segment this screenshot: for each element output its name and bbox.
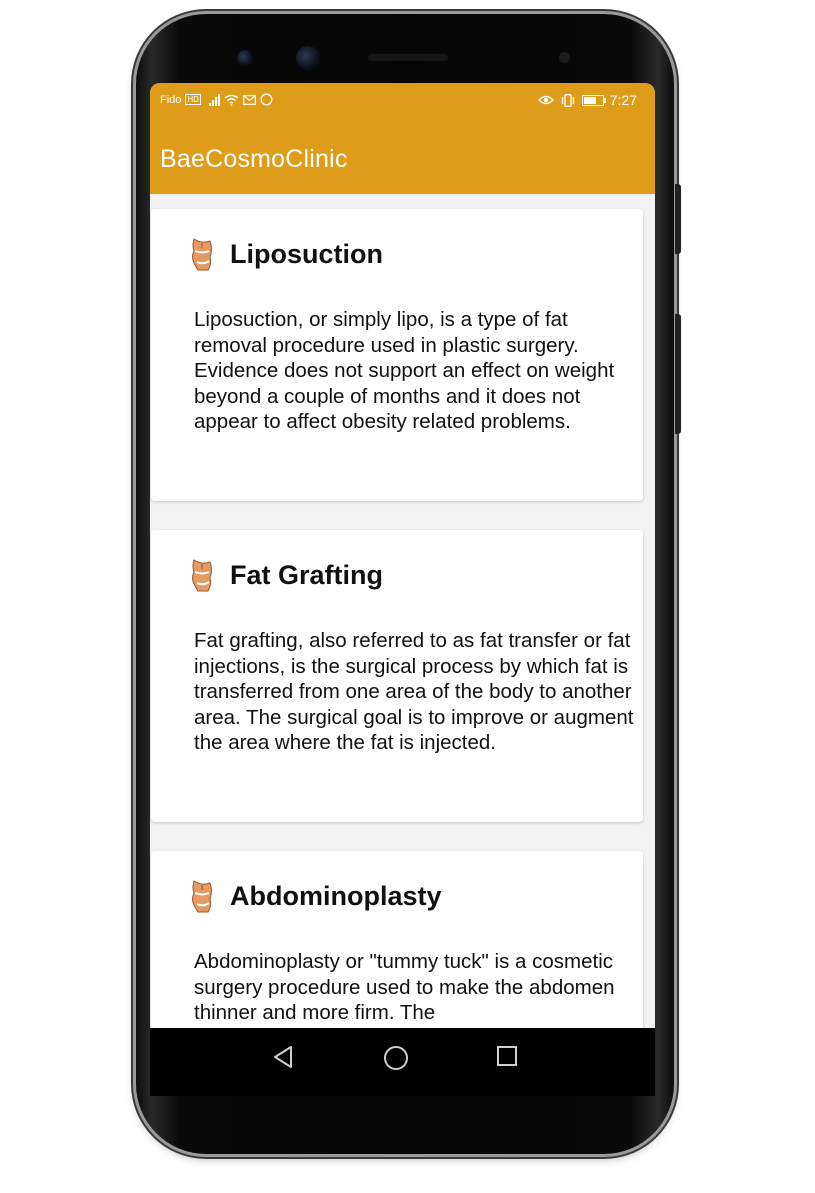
phone-frame: Fido HD 7:27 BaeCosmoClinic Liposuction … <box>136 14 681 1154</box>
navigation-bar <box>150 1028 655 1096</box>
procedure-card[interactable]: Fat Grafting Fat grafting, also referred… <box>151 530 643 822</box>
procedure-list[interactable]: Liposuction Liposuction, or simply lipo,… <box>150 194 655 1028</box>
back-icon[interactable] <box>272 1045 294 1069</box>
procedure-title: Abdominoplasty <box>230 880 442 911</box>
vibrate-icon <box>561 93 574 107</box>
body-figure-icon <box>192 238 212 271</box>
procedure-card[interactable]: Abdominoplasty Abdominoplasty or "tummy … <box>151 851 643 1028</box>
eye-icon <box>537 95 554 105</box>
recents-icon[interactable] <box>496 1045 518 1067</box>
clock: 7:27 <box>609 92 637 108</box>
home-icon[interactable] <box>383 1045 409 1071</box>
status-bar: Fido HD 7:27 <box>150 83 655 119</box>
hd-badge: HD <box>185 94 201 105</box>
app-bar: BaeCosmoClinic <box>150 119 655 194</box>
procedure-title: Liposuction <box>230 238 383 269</box>
earpiece-speaker <box>368 54 448 61</box>
signal-icon <box>208 93 220 106</box>
message-icon <box>243 94 256 105</box>
volume-button <box>675 184 681 254</box>
front-camera-icon <box>296 46 320 70</box>
screen: Fido HD 7:27 BaeCosmoClinic Liposuction … <box>150 83 655 1096</box>
battery-icon <box>581 94 606 106</box>
app-title: BaeCosmoClinic <box>160 145 348 173</box>
carrier-label: Fido <box>160 93 182 106</box>
procedure-description: Abdominoplasty or "tummy tuck" is a cosm… <box>194 950 615 1025</box>
body-figure-icon <box>192 559 212 592</box>
wifi-icon <box>224 94 239 106</box>
procedure-description: Liposuction, or simply lipo, is a type o… <box>194 308 615 434</box>
front-camera-icon <box>237 50 253 66</box>
sync-icon <box>260 93 273 106</box>
procedure-description: Fat grafting, also referred to as fat tr… <box>194 629 634 755</box>
proximity-sensor <box>559 52 570 63</box>
procedure-card[interactable]: Liposuction Liposuction, or simply lipo,… <box>151 209 643 501</box>
power-button <box>675 314 681 434</box>
procedure-title: Fat Grafting <box>230 559 383 590</box>
body-figure-icon <box>192 880 212 913</box>
